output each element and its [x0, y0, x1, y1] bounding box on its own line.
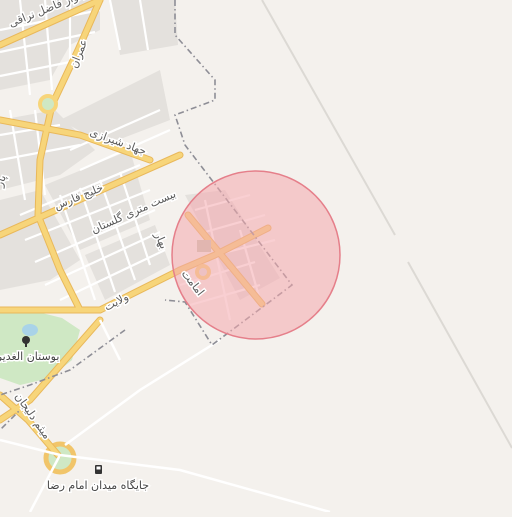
park-label: بوستان الغدیر [0, 350, 59, 363]
pond [22, 324, 38, 336]
highlight-circle[interactable] [171, 170, 341, 340]
map-view[interactable]: بلوار فاضل نراقی عمران جهاد شیرازی خلیج … [0, 0, 512, 514]
fuel-pump-icon [95, 465, 102, 474]
roundabout-north [38, 94, 58, 114]
map-canvas[interactable]: بلوار فاضل نراقی عمران جهاد شیرازی خلیج … [0, 0, 512, 514]
fuel-station-label: جایگاه میدان امام رضا [47, 479, 149, 492]
